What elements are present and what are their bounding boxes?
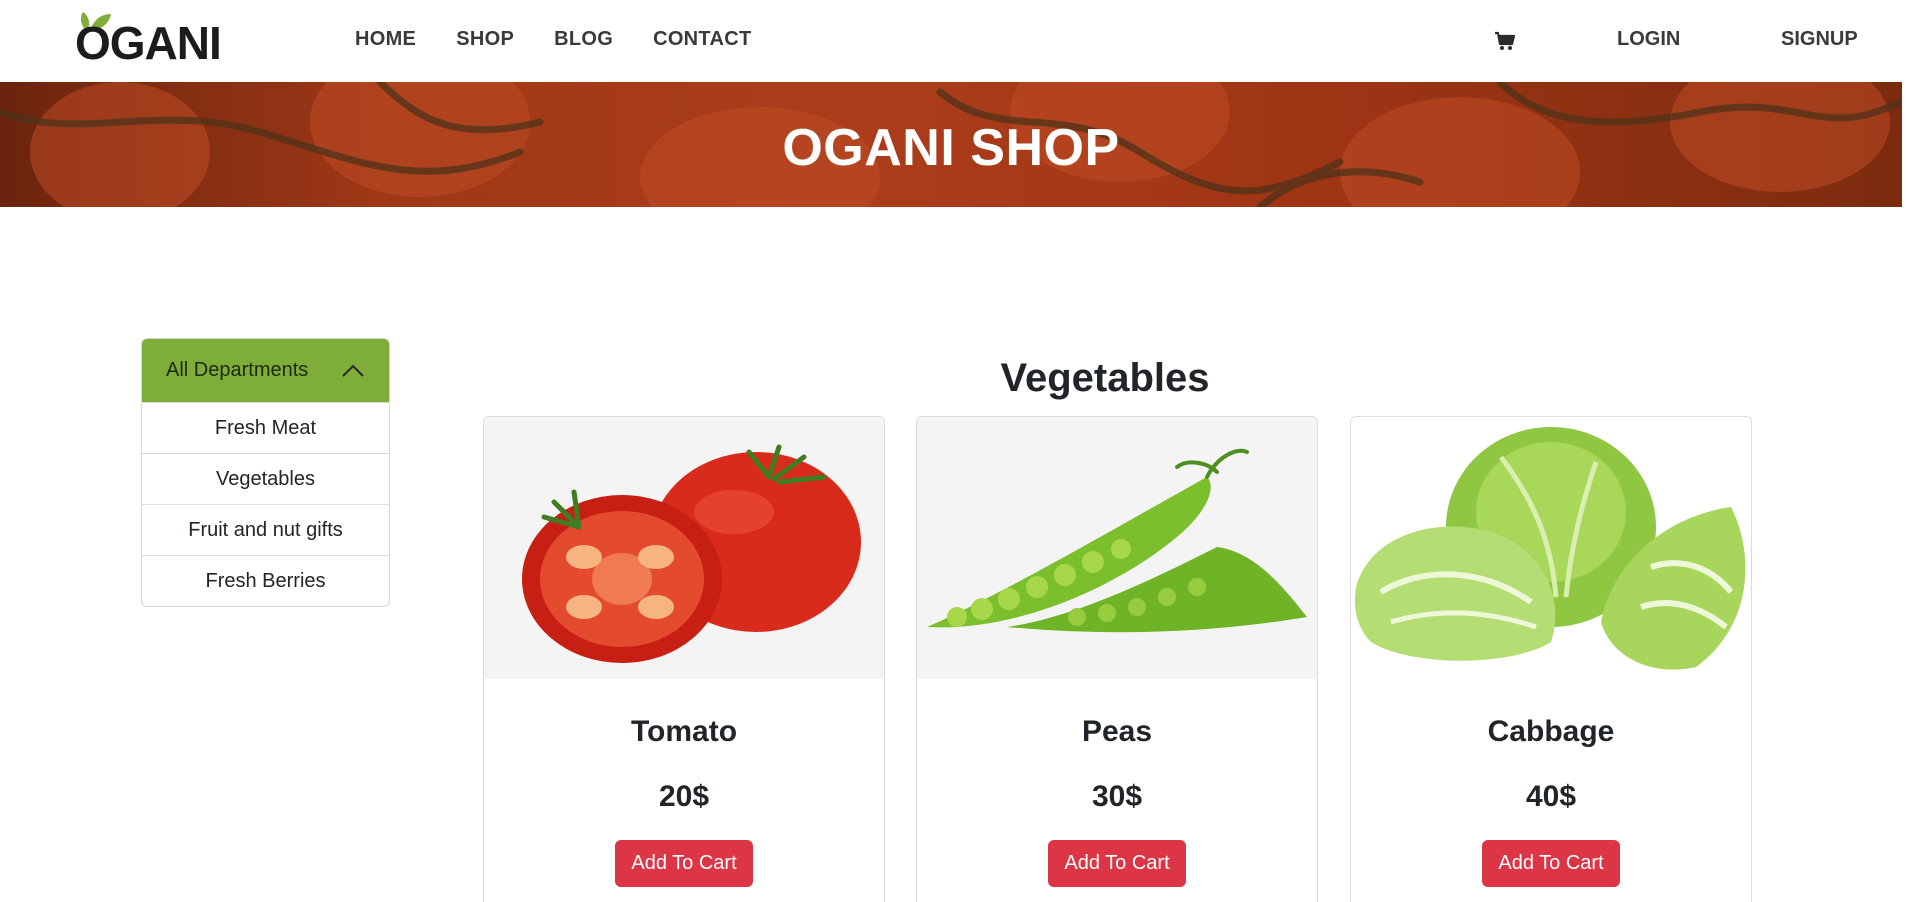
banner-title: OGANI SHOP (782, 119, 1120, 177)
product-image (1351, 417, 1751, 679)
nav-home[interactable]: HOME (355, 28, 416, 51)
login-link[interactable]: LOGIN (1617, 28, 1680, 51)
department-item-vegetables[interactable]: Vegetables (142, 453, 389, 504)
departments-menu: All Departments Fresh Meat Vegetables Fr… (141, 338, 390, 607)
hero-banner: OGANI SHOP (0, 82, 1902, 207)
department-item-fresh-meat[interactable]: Fresh Meat (142, 402, 389, 453)
product-price: 20$ (658, 780, 710, 813)
product-price: 30$ (1091, 780, 1143, 813)
product-card: Cabbage 40$ Add To Cart (1350, 416, 1752, 902)
department-item-fresh-berries[interactable]: Fresh Berries (142, 555, 389, 606)
product-name: Peas (1081, 715, 1153, 748)
departments-label: All Departments (166, 359, 309, 381)
product-card: Peas 30$ Add To Cart (916, 416, 1318, 902)
site-header: OGANI HOME SHOP BLOG CONTACT LOGIN SIGNU… (0, 0, 1918, 82)
product-name: Tomato (630, 715, 738, 748)
logo[interactable]: OGANI (75, 8, 225, 66)
tomato-image (484, 417, 884, 679)
chevron-up-icon (342, 364, 364, 377)
section-title: Vegetables (1000, 356, 1210, 400)
signup-link[interactable]: SIGNUP (1781, 28, 1858, 51)
product-card: Tomato 20$ Add To Cart (483, 416, 885, 902)
add-to-cart-button[interactable]: Add To Cart (615, 840, 753, 887)
cabbage-image (1351, 417, 1751, 679)
logo-text: OGANI (75, 17, 222, 69)
peas-image (917, 417, 1317, 679)
department-item-fruit-and-nut-gifts[interactable]: Fruit and nut gifts (142, 504, 389, 555)
nav-blog[interactable]: BLOG (554, 28, 613, 51)
product-price: 40$ (1525, 780, 1577, 813)
product-name: Cabbage (1487, 715, 1615, 748)
add-to-cart-button[interactable]: Add To Cart (1482, 840, 1620, 887)
product-image (484, 417, 884, 679)
product-image (917, 417, 1317, 679)
cart-icon[interactable] (1494, 30, 1516, 52)
add-to-cart-button[interactable]: Add To Cart (1048, 840, 1186, 887)
nav-contact[interactable]: CONTACT (653, 28, 751, 51)
nav-shop[interactable]: SHOP (456, 28, 514, 51)
main-nav: HOME SHOP BLOG CONTACT (355, 28, 751, 51)
departments-toggle[interactable]: All Departments (142, 339, 389, 402)
